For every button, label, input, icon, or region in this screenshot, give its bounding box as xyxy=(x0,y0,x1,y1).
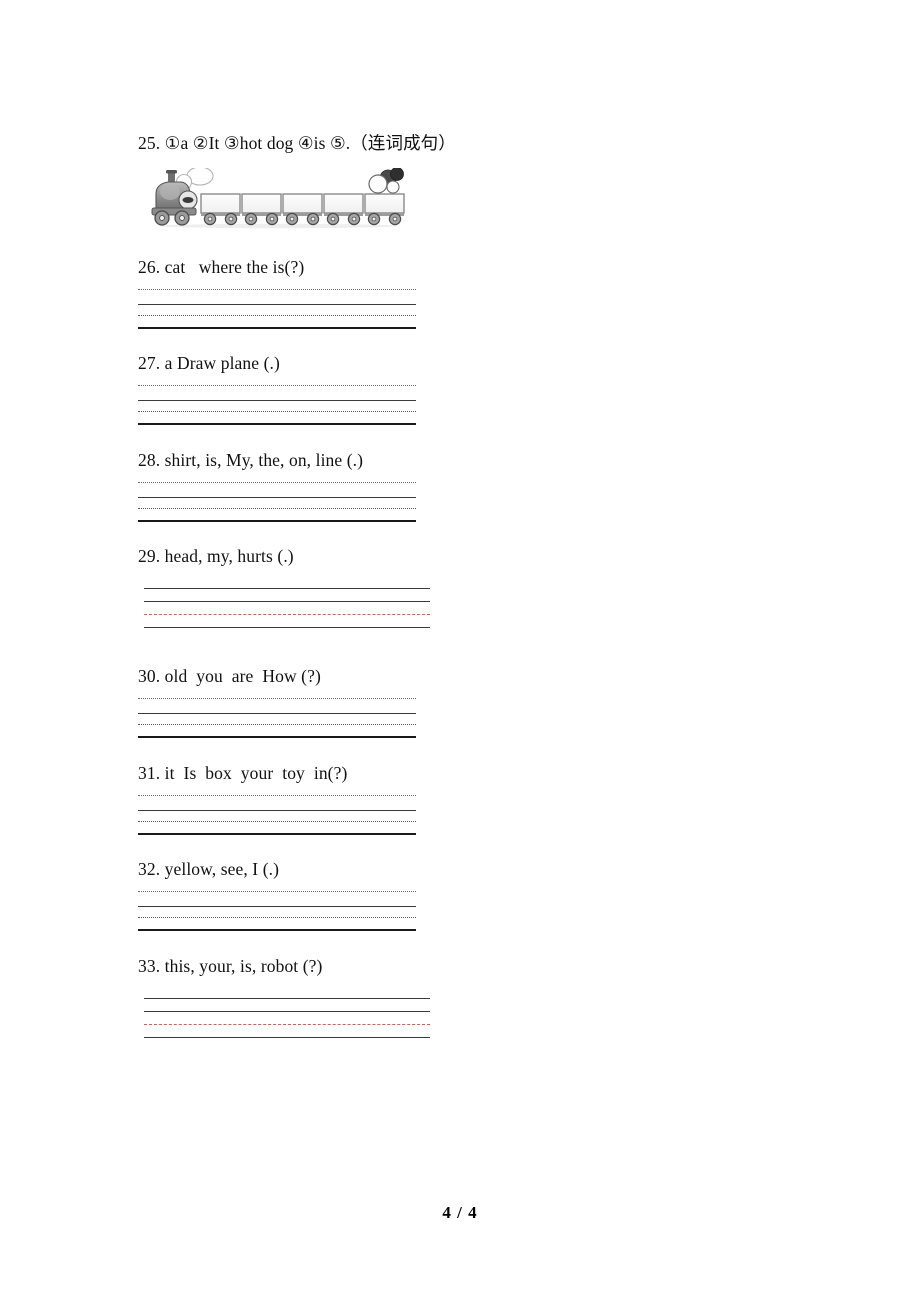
answer-lines-32[interactable] xyxy=(138,891,416,931)
guide-line-1 xyxy=(138,289,416,290)
guide-line-1 xyxy=(144,998,430,999)
question-block-26: 26. cat where the is(?) xyxy=(138,257,304,279)
train-car xyxy=(364,193,405,226)
guide-line-3 xyxy=(138,724,416,725)
guide-line-4 xyxy=(144,1037,430,1038)
guide-line-4 xyxy=(138,327,416,329)
answer-lines-26[interactable] xyxy=(138,289,416,329)
guide-line-1 xyxy=(138,482,416,483)
question-prompt-29: 29. head, my, hurts (.) xyxy=(138,546,294,566)
guide-line-2 xyxy=(138,810,416,811)
guide-line-2 xyxy=(138,713,416,714)
answer-lines-30[interactable] xyxy=(138,698,416,738)
guide-line-4 xyxy=(138,423,416,425)
answer-lines-31[interactable] xyxy=(138,795,416,835)
guide-line-4 xyxy=(138,736,416,738)
guide-line-3 xyxy=(138,315,416,316)
worksheet-page: 25. ①a ②It ③hot dog ④is ⑤.（连词成句） 26. cat… xyxy=(0,0,920,1302)
question-prompt-31: 31. it Is box your toy in(?) xyxy=(138,763,348,783)
question-prompt-33: 33. this, your, is, robot (?) xyxy=(138,956,323,976)
train-car xyxy=(323,193,364,226)
guide-line-2 xyxy=(144,601,430,602)
train-car xyxy=(241,193,282,226)
guide-line-3-red xyxy=(144,614,430,615)
guide-line-3-red xyxy=(144,1024,430,1025)
guide-line-4 xyxy=(144,627,430,628)
guide-line-1 xyxy=(138,795,416,796)
question-prompt-28: 28. shirt, is, My, the, on, line (.) xyxy=(138,450,364,470)
guide-line-2 xyxy=(138,304,416,305)
guide-line-1 xyxy=(144,588,430,589)
balloons-icon xyxy=(368,167,404,194)
question-block-32: 32. yellow, see, I (.) xyxy=(138,859,279,881)
guide-line-4 xyxy=(138,929,416,931)
question-prompt-30: 30. old you are How (?) xyxy=(138,666,321,686)
guide-line-3 xyxy=(138,411,416,412)
guide-line-1 xyxy=(138,891,416,892)
train-illustration xyxy=(148,166,408,230)
answer-lines-33[interactable] xyxy=(144,998,430,1040)
guide-line-4 xyxy=(138,520,416,522)
answer-lines-28[interactable] xyxy=(138,482,416,522)
question-block-31: 31. it Is box your toy in(?) xyxy=(138,763,347,785)
guide-line-1 xyxy=(138,698,416,699)
answer-lines-27[interactable] xyxy=(138,385,416,425)
question-prompt-25: 25. ①a ②It ③hot dog ④is ⑤.（连词成句） xyxy=(138,133,456,153)
question-block-30: 30. old you are How (?) xyxy=(138,666,321,688)
guide-line-2 xyxy=(144,1011,430,1012)
guide-line-4 xyxy=(138,833,416,835)
guide-line-3 xyxy=(138,508,416,509)
question-prompt-32: 32. yellow, see, I (.) xyxy=(138,859,280,879)
guide-line-2 xyxy=(138,906,416,907)
train-car xyxy=(282,193,323,226)
guide-line-3 xyxy=(138,917,416,918)
question-prompt-27: 27. a Draw plane (.) xyxy=(138,353,280,373)
question-block-33: 33. this, your, is, robot (?) xyxy=(138,956,322,978)
guide-line-1 xyxy=(138,385,416,386)
question-prompt-26: 26. cat where the is(?) xyxy=(138,257,305,277)
page-number: 4 / 4 xyxy=(442,1203,478,1222)
question-block-28: 28. shirt, is, My, the, on, line (.) xyxy=(138,450,363,472)
question-block-25: 25. ①a ②It ③hot dog ④is ⑤.（连词成句） xyxy=(138,133,456,155)
answer-lines-29[interactable] xyxy=(144,588,430,630)
question-block-27: 27. a Draw plane (.) xyxy=(138,353,280,375)
train-car xyxy=(200,193,241,226)
guide-line-2 xyxy=(138,400,416,401)
question-block-29: 29. head, my, hurts (.) xyxy=(138,546,294,568)
guide-line-2 xyxy=(138,497,416,498)
guide-line-3 xyxy=(138,821,416,822)
